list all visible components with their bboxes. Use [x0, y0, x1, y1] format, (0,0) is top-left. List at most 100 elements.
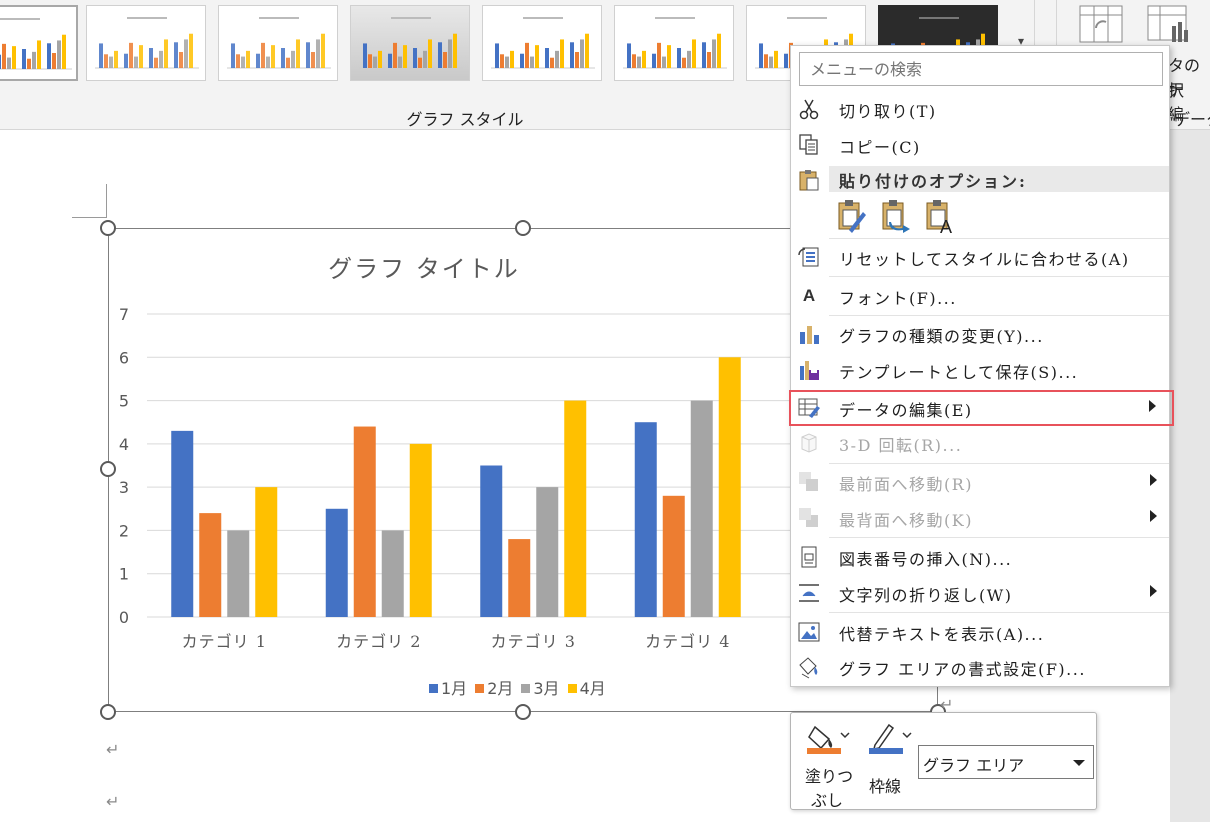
- menu-item-reset-to-match-style[interactable]: リセットしてスタイルに合わせる(A): [791, 240, 1169, 274]
- thumb-bar: [12, 46, 16, 69]
- thumb-bar: [692, 39, 696, 68]
- menu-separator: [829, 315, 1169, 316]
- menu-item-insert-caption[interactable]: 図表番号の挿入(N)...: [791, 540, 1169, 574]
- paragraph-mark: ↵: [106, 740, 120, 759]
- 3d-rotation-icon: [801, 433, 817, 453]
- thumb-bar: [418, 57, 422, 68]
- menu-item-label: フォント(F)...: [839, 289, 957, 308]
- thumb-bar: [667, 45, 671, 68]
- thumb-bar: [687, 50, 691, 68]
- bar[interactable]: [199, 513, 222, 617]
- legend-label: 4月: [579, 679, 606, 698]
- thumb-bar: [134, 56, 138, 68]
- edit-data-icon: [798, 398, 820, 418]
- thumb-bar: [291, 50, 295, 68]
- menu-item-font[interactable]: A フォント(F)...: [791, 279, 1169, 313]
- bar[interactable]: [325, 508, 348, 617]
- resize-handle-left[interactable]: [100, 461, 116, 477]
- reset-style-icon: [798, 247, 819, 267]
- thumb-bar: [495, 43, 499, 68]
- menu-item-save-as-template[interactable]: テンプレートとして保存(S)...: [791, 353, 1169, 387]
- thumb-bar: [37, 40, 41, 69]
- thumb-bar: [241, 56, 245, 68]
- bar[interactable]: [564, 400, 587, 617]
- thumb-bar: [677, 48, 681, 68]
- thumb-bar: [246, 50, 250, 68]
- paste-options-label: 貼り付けのオプション:: [839, 172, 1027, 191]
- bar[interactable]: [536, 487, 559, 617]
- x-tick-label: カテゴリ 4: [645, 632, 730, 651]
- wrap-text-icon: [799, 584, 819, 602]
- bar[interactable]: [353, 426, 376, 617]
- paragraph-mark: ↵: [106, 792, 120, 811]
- thumb-bar: [174, 42, 178, 68]
- legend-entry[interactable]: 2月: [475, 675, 513, 699]
- thumb-bar: [784, 53, 788, 68]
- thumb-bar: [281, 48, 285, 68]
- legend-entry[interactable]: 3月: [521, 675, 560, 699]
- thumb-bar: [652, 53, 656, 68]
- legend-swatch: [475, 684, 485, 693]
- thumb-bar: [256, 53, 260, 68]
- y-tick-label: 3: [119, 478, 129, 497]
- resize-handle-top[interactable]: [515, 220, 531, 236]
- thumb-bar: [764, 54, 768, 68]
- thumb-bar: [7, 57, 11, 69]
- menu-item-format-chart-area[interactable]: グラフ エリアの書式設定(F)...: [791, 650, 1169, 684]
- paste-keep-source-formatting-icon[interactable]: [879, 198, 913, 234]
- menu-item-copy[interactable]: コピー(C): [791, 128, 1169, 162]
- bar[interactable]: [718, 357, 741, 617]
- bar[interactable]: [381, 530, 404, 617]
- paste-use-destination-theme-icon[interactable]: [835, 198, 869, 234]
- chart-style-thumbnail[interactable]: [614, 5, 734, 81]
- menu-item-edit-data[interactable]: データの編集(E): [789, 390, 1174, 426]
- bar[interactable]: [227, 530, 250, 617]
- menu-search-input[interactable]: [799, 52, 1163, 86]
- chart-style-thumbnail[interactable]: [0, 5, 78, 81]
- resize-handle-top-left[interactable]: [100, 220, 116, 236]
- legend-entry[interactable]: 4月: [567, 675, 606, 699]
- bar[interactable]: [171, 430, 194, 617]
- menu-item-change-chart-type[interactable]: グラフの種類の変更(Y)...: [791, 317, 1169, 351]
- send-to-back-icon: [799, 508, 818, 527]
- thumb-bar: [32, 51, 36, 69]
- menu-item-label: 3-D 回転(R)...: [839, 436, 963, 455]
- select-data-icon[interactable]: [1146, 4, 1192, 48]
- menu-item-label: リセットしてスタイルに合わせる(A): [839, 250, 1130, 269]
- thumb-bar: [393, 42, 397, 68]
- legend-entry[interactable]: 1月: [429, 675, 467, 699]
- thumb-bar: [759, 43, 763, 68]
- thumb-bar: [179, 52, 183, 68]
- context-menu: 切り取り(T) コピー(C) 貼り付けのオプション: A: [789, 45, 1174, 687]
- chart-style-thumbnail[interactable]: [86, 5, 206, 81]
- menu-item-cut[interactable]: 切り取り(T): [791, 92, 1169, 126]
- bar[interactable]: [255, 487, 278, 617]
- thumb-bar: [27, 58, 31, 69]
- chart-legend[interactable]: 1月 2月 3月 4月: [429, 675, 614, 699]
- bar[interactable]: [690, 400, 713, 617]
- outline-label: 枠線: [869, 777, 902, 796]
- chart-style-thumbnail[interactable]: [482, 5, 602, 81]
- chart-style-thumbnail[interactable]: [218, 5, 338, 81]
- bar[interactable]: [409, 443, 432, 617]
- bar[interactable]: [662, 495, 685, 617]
- bar[interactable]: [480, 465, 503, 618]
- fill-button[interactable]: 塗りつ ぶし: [801, 721, 857, 810]
- bar[interactable]: [508, 539, 531, 617]
- resize-handle-bottom[interactable]: [515, 704, 531, 720]
- thumb-bar: [570, 42, 574, 68]
- resize-handle-bottom-left[interactable]: [100, 704, 116, 720]
- save-template-icon: [800, 361, 819, 380]
- outline-button[interactable]: 枠線: [865, 721, 915, 805]
- bar[interactable]: [634, 422, 657, 617]
- chart-style-thumbnail[interactable]: [350, 5, 470, 81]
- thumb-bar: [510, 50, 514, 68]
- menu-item-wrap-text[interactable]: 文字列の折り返し(W): [791, 576, 1169, 610]
- menu-item-view-alt-text[interactable]: 代替テキストを表示(A)...: [791, 615, 1169, 649]
- paste-as-picture-text-icon[interactable]: A: [923, 198, 957, 234]
- switch-row-column-icon[interactable]: [1078, 4, 1124, 44]
- chart-element-dropdown[interactable]: グラフ エリア: [918, 745, 1094, 779]
- style-preview-1: [0, 18, 72, 70]
- thumb-bar: [438, 42, 442, 68]
- thumb-bar: [378, 50, 382, 68]
